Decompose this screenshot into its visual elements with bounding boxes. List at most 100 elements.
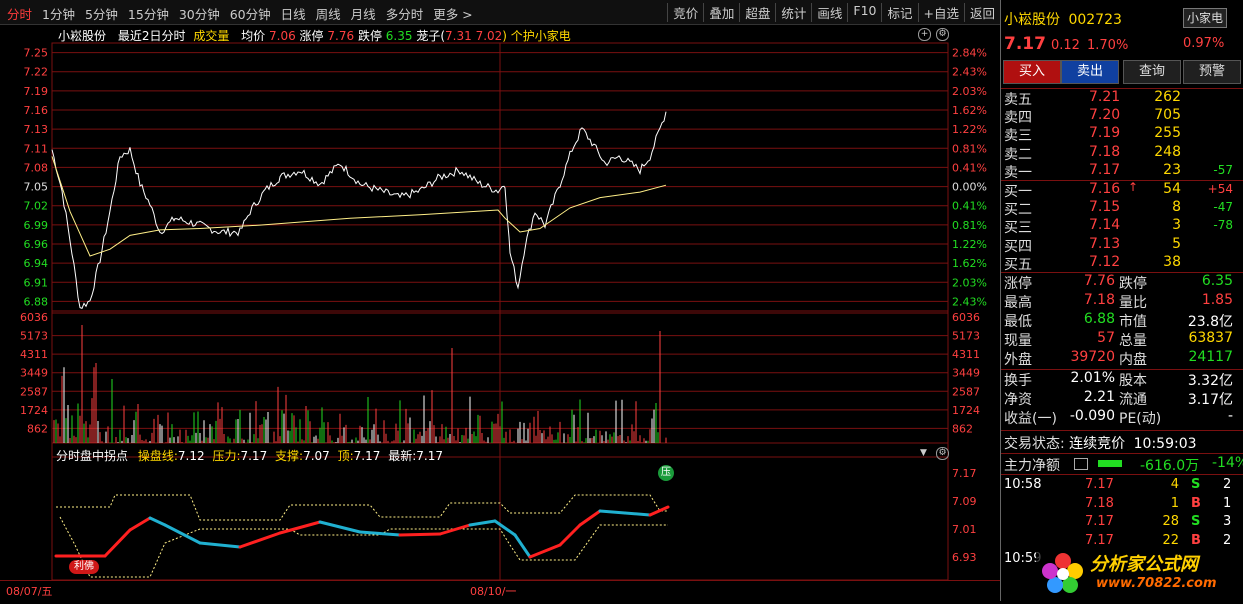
stat-value-2: -	[1227, 408, 1233, 424]
trade-status-row: 交易状态: 连续竞价 10:59:03	[1004, 433, 1197, 453]
indicator-support-label: 支撑:	[275, 449, 304, 463]
intraday-chart[interactable]: 7.25 2.84% 7.22 2.43% 7.19 2.03% 7.16 1.62% 7.13…	[0, 25, 1000, 601]
period-tab-0[interactable]: 分时	[2, 4, 37, 23]
vol-tick-right: 4311	[952, 348, 980, 361]
tool-button-7[interactable]: +自选	[917, 3, 964, 22]
bid-row-0[interactable]: 买一 7.16 ↑ 54 +54	[1001, 180, 1243, 200]
stat-value-2: 6.35	[1201, 273, 1233, 289]
indicator-title[interactable]: 分时盘中拐点	[56, 449, 128, 463]
period-tab-8[interactable]: 月线	[346, 4, 381, 23]
chart-canvas[interactable]: 7.25 2.84% 7.22 2.43% 7.19 2.03% 7.16 1.62% 7.13…	[0, 25, 1000, 601]
tick-time: 10:58	[1004, 477, 1042, 492]
stat-label-2: 市值	[1119, 314, 1147, 330]
period-tab-6[interactable]: 日线	[276, 4, 311, 23]
book-price: 7.16	[1089, 181, 1121, 197]
bid-row-2[interactable]: 买三 7.14 3 -78	[1001, 217, 1243, 237]
bid-row-1[interactable]: 买二 7.15 8 -47	[1001, 199, 1243, 218]
price-change-pct: 1.70%	[1087, 38, 1129, 53]
price-tick: 7.11	[24, 142, 49, 155]
indicator-line-segment	[558, 523, 582, 547]
vol-tick: 862	[27, 422, 48, 435]
vol-tick-right: 2587	[952, 385, 980, 398]
price-tick: 7.25	[24, 47, 49, 60]
info-mode[interactable]: 最近2日分时	[118, 29, 186, 43]
ask-row-4[interactable]: 卖一 7.17 23 -57	[1001, 162, 1243, 181]
netflow-chart-icon[interactable]	[1074, 458, 1088, 470]
tool-button-1[interactable]: 叠加	[703, 3, 739, 22]
indicator-settings-icon[interactable]: ⚙	[936, 447, 949, 460]
sell-button[interactable]: 卖出	[1061, 60, 1119, 84]
price-tick: 6.88	[24, 295, 49, 308]
bid-row-3[interactable]: 买四 7.13 5	[1001, 236, 1243, 255]
tick-row-1[interactable]: 7.18 1 B 1	[1001, 496, 1243, 514]
tick-row-0[interactable]: 10:58 7.17 4 S 2	[1001, 477, 1243, 495]
add-overlay-icon[interactable]: +	[918, 28, 931, 41]
ind-tick: 6.93	[952, 551, 977, 564]
info-limit-down-label: 跌停	[357, 29, 382, 43]
buy-button[interactable]: 买入	[1003, 60, 1061, 84]
sector-tag[interactable]: 小家电	[1183, 8, 1227, 28]
tool-button-0[interactable]: 竞价	[667, 3, 703, 22]
buy-signal-badge: 利佛	[69, 560, 99, 574]
tool-button-8[interactable]: 返回	[963, 3, 1000, 22]
book-label: 买三	[1004, 220, 1032, 237]
period-tab-4[interactable]: 30分钟	[174, 4, 225, 23]
info-vol-label[interactable]: 成交量	[193, 29, 229, 43]
netflow-row[interactable]: 主力净额 -616.0万 -14%	[1004, 455, 1243, 474]
indicator-line-segment	[623, 511, 652, 517]
tick-price: 7.18	[1085, 495, 1114, 511]
tool-button-3[interactable]: 统计	[775, 3, 811, 22]
ask-row-2[interactable]: 卖三 7.19 255	[1001, 125, 1243, 144]
stat-row-1: 最高 7.18 量比 1.85	[1001, 292, 1243, 311]
info-extra2: 7.02	[475, 29, 503, 43]
stock-code: 002723	[1068, 12, 1122, 28]
stat-label: 换手	[1004, 373, 1032, 389]
tick-row-2[interactable]: 7.17 28 S 3	[1001, 514, 1243, 532]
indicator-latest-value: 7.17	[416, 449, 443, 463]
ask-row-3[interactable]: 卖二 7.18 248	[1001, 144, 1243, 163]
vol-tick: 2587	[20, 385, 48, 398]
stat-label-2: 内盘	[1119, 352, 1147, 368]
info-limit-up-label: 涨停	[299, 29, 324, 43]
pct-tick: 0.00%	[952, 181, 987, 194]
tick-count: 2	[1223, 477, 1232, 492]
date-label-2: 08/10/一	[470, 585, 517, 598]
period-tab-1[interactable]: 1分钟	[37, 4, 80, 23]
info-limit-down: 6.35	[385, 29, 413, 43]
period-tab-9[interactable]: 多分时	[381, 4, 429, 23]
stat-value: 57	[1097, 330, 1115, 346]
period-tab-7[interactable]: 周线	[311, 4, 346, 23]
book-price: 7.12	[1089, 253, 1121, 270]
tick-price: 7.17	[1085, 532, 1114, 548]
vol-tick: 6036	[20, 311, 48, 324]
indicator-line-segment	[163, 523, 202, 545]
bid-row-4[interactable]: 买五 7.12 38	[1001, 253, 1243, 273]
tick-side: B	[1191, 532, 1201, 548]
book-price: 7.14	[1089, 217, 1121, 234]
ask-row-1[interactable]: 卖四 7.20 705	[1001, 107, 1243, 126]
ind-tick: 7.01	[952, 523, 977, 536]
current-price: 7.17	[1004, 34, 1046, 54]
pct-tick: 0.81%	[952, 142, 987, 155]
tool-button-2[interactable]: 超盘	[739, 3, 775, 22]
query-button[interactable]: 查询	[1123, 60, 1181, 84]
price-tick: 7.08	[24, 161, 49, 174]
period-tab-3[interactable]: 15分钟	[123, 4, 174, 23]
vol-tick-right: 5173	[952, 330, 980, 343]
price-tick: 7.16	[24, 104, 49, 117]
period-tab-5[interactable]: 60分钟	[225, 4, 276, 23]
info-extra-tail: ) 个护小家电	[502, 29, 571, 43]
stat-value-2: 3.17亿	[1187, 392, 1233, 408]
indicator-menu-icon[interactable]: ▼	[920, 448, 927, 458]
indicator-pressure-value: 7.17	[240, 449, 268, 463]
period-tab-10[interactable]: 更多 >	[428, 4, 477, 23]
period-tab-2[interactable]: 5分钟	[80, 4, 123, 23]
settings-icon[interactable]: ⚙	[936, 28, 949, 41]
tool-button-4[interactable]: 画线	[811, 3, 847, 22]
tick-volume: 4	[1170, 477, 1179, 492]
ask-row-0[interactable]: 卖五 7.21 262	[1001, 89, 1243, 108]
price-line	[51, 111, 667, 310]
tool-button-6[interactable]: 标记	[881, 3, 917, 22]
alert-button[interactable]: 预警	[1183, 60, 1241, 84]
tool-button-5[interactable]: F10	[847, 3, 881, 22]
